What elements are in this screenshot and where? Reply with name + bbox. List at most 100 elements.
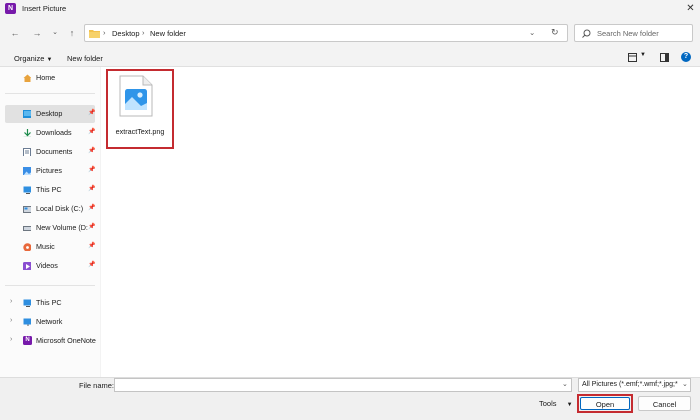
sidebar-item-new-volume[interactable]: New Volume (D: 📌	[0, 219, 100, 237]
sidebar-item-label: Documents	[36, 147, 73, 156]
window-title: Insert Picture	[22, 4, 67, 13]
toolbar: Organize ▼ New folder ▼ ?	[0, 49, 700, 67]
sidebar-item-label: Home	[36, 73, 56, 82]
file-name-dropdown-icon[interactable]: ⌄	[562, 380, 568, 388]
sidebar-item-this-pc-quick[interactable]: This PC 📌	[0, 181, 100, 199]
image-file-icon	[119, 75, 153, 117]
file-name-label: File name:	[79, 381, 115, 390]
search-icon	[582, 29, 591, 38]
caret-down-icon: ▼	[566, 402, 573, 408]
chevron-right-icon[interactable]: ›	[10, 317, 12, 324]
sidebar-divider	[5, 93, 95, 94]
sidebar-divider	[5, 285, 95, 286]
tools-label: Tools	[539, 399, 557, 408]
music-icon	[23, 243, 31, 251]
video-icon	[23, 262, 31, 270]
forward-arrow-icon[interactable]: →	[31, 27, 43, 39]
pin-icon[interactable]: 📌	[88, 204, 95, 211]
back-arrow-icon[interactable]: ←	[9, 27, 21, 39]
home-icon	[23, 74, 31, 82]
caret-down-icon: ▼	[46, 57, 53, 63]
file-list-pane[interactable]	[101, 67, 700, 377]
search-box[interactable]: Search New folder	[574, 24, 693, 42]
sidebar-item-label: Downloads	[36, 128, 72, 137]
sidebar-item-label: Videos	[36, 261, 58, 270]
open-button-label: Open	[595, 400, 615, 409]
onenote-icon: N	[23, 336, 32, 345]
view-dropdown-icon[interactable]: ▼	[640, 52, 646, 58]
breadcrumb-desktop[interactable]: Desktop	[112, 29, 140, 38]
sidebar-item-label: New Volume (D:	[36, 223, 88, 232]
organize-menu[interactable]: Organize ▼	[14, 54, 52, 63]
cancel-button-label: Cancel	[652, 400, 677, 409]
tools-menu[interactable]: Tools ▼	[539, 399, 573, 408]
sidebar-item-videos[interactable]: Videos 📌	[0, 257, 100, 275]
pin-icon[interactable]: 📌	[88, 261, 95, 268]
download-icon	[23, 129, 31, 137]
chevron-right-icon[interactable]: ›	[10, 336, 12, 343]
pin-icon[interactable]: 📌	[88, 223, 95, 230]
navigation-pane: Home Desktop 📌 Downloads 📌 Documents 📌 P…	[0, 67, 100, 377]
address-dropdown-icon[interactable]: ⌄	[529, 28, 535, 37]
recent-chevron-icon[interactable]: ⌄	[49, 27, 61, 39]
pin-icon[interactable]: 📌	[88, 147, 95, 154]
sidebar-item-label: Microsoft OneNote	[36, 336, 96, 345]
sidebar-item-label: Desktop	[36, 109, 63, 118]
sidebar-item-downloads[interactable]: Downloads 📌	[0, 124, 100, 142]
desktop-icon	[23, 110, 31, 118]
folder-icon	[89, 30, 100, 38]
cancel-button[interactable]: Cancel	[638, 396, 691, 411]
preview-pane-icon[interactable]	[660, 53, 669, 62]
file-item[interactable]: extractText.png	[106, 69, 174, 149]
onenote-app-icon: N	[5, 3, 16, 14]
sidebar-item-label: Music	[36, 242, 55, 251]
file-type-value: All Pictures (*.emf;*.wmf;*.jpg;*	[582, 381, 678, 388]
document-icon	[23, 148, 31, 156]
pin-icon[interactable]: 📌	[88, 109, 95, 116]
sidebar-tree-onenote[interactable]: › N Microsoft OneNote	[0, 332, 100, 350]
dialog-footer: File name: ⌄ All Pictures (*.emf;*.wmf;*…	[0, 377, 700, 420]
sidebar-item-music[interactable]: Music 📌	[0, 238, 100, 256]
file-name-label: extractText.png	[115, 127, 165, 136]
view-options-icon[interactable]	[628, 53, 637, 62]
disk-icon	[23, 206, 31, 213]
computer-icon	[23, 299, 31, 307]
breadcrumb-new-folder[interactable]: New folder	[150, 29, 186, 38]
computer-icon	[23, 186, 31, 194]
sidebar-tree-network[interactable]: › Network	[0, 313, 100, 331]
sidebar-item-label: Network	[36, 317, 63, 326]
title-bar: N Insert Picture ✕	[0, 0, 700, 18]
file-name-input[interactable]: ⌄	[114, 378, 572, 392]
chevron-right-icon[interactable]: ›	[10, 298, 12, 305]
open-button[interactable]: Open	[580, 397, 630, 410]
search-input[interactable]: Search New folder	[597, 29, 659, 38]
new-folder-button[interactable]: New folder	[67, 54, 103, 63]
sidebar-item-local-disk[interactable]: Local Disk (C:) 📌	[0, 200, 100, 218]
sidebar-item-label: Pictures	[36, 166, 62, 175]
sidebar-item-desktop[interactable]: Desktop 📌	[5, 105, 95, 123]
pin-icon[interactable]: 📌	[88, 242, 95, 249]
file-type-select[interactable]: All Pictures (*.emf;*.wmf;*.jpg;* ⌄	[578, 378, 691, 392]
file-type-dropdown-icon[interactable]: ⌄	[682, 380, 688, 388]
address-bar[interactable]: › Desktop › New folder ⌄ ↻	[84, 24, 568, 42]
up-arrow-icon[interactable]: ↑	[66, 27, 78, 39]
sidebar-item-home[interactable]: Home	[0, 69, 100, 87]
sidebar-item-label: This PC	[36, 185, 62, 194]
close-button[interactable]: ✕	[681, 0, 700, 18]
pin-icon[interactable]: 📌	[88, 185, 95, 192]
pin-icon[interactable]: 📌	[88, 128, 95, 135]
refresh-icon[interactable]: ↻	[551, 27, 559, 38]
sidebar-item-pictures[interactable]: Pictures 📌	[0, 162, 100, 180]
sidebar-item-label: This PC	[36, 298, 62, 307]
help-icon[interactable]: ?	[681, 52, 691, 62]
organize-label: Organize	[14, 54, 45, 63]
sidebar-tree-this-pc[interactable]: › This PC	[0, 294, 100, 312]
sidebar-item-label: Local Disk (C:)	[36, 204, 84, 213]
chevron-right-icon: ›	[142, 28, 145, 37]
picture-icon	[23, 167, 31, 175]
pin-icon[interactable]: 📌	[88, 166, 95, 173]
drive-icon	[23, 226, 31, 231]
sidebar-item-documents[interactable]: Documents 📌	[0, 143, 100, 161]
network-icon	[23, 318, 31, 326]
chevron-right-icon: ›	[103, 28, 106, 37]
